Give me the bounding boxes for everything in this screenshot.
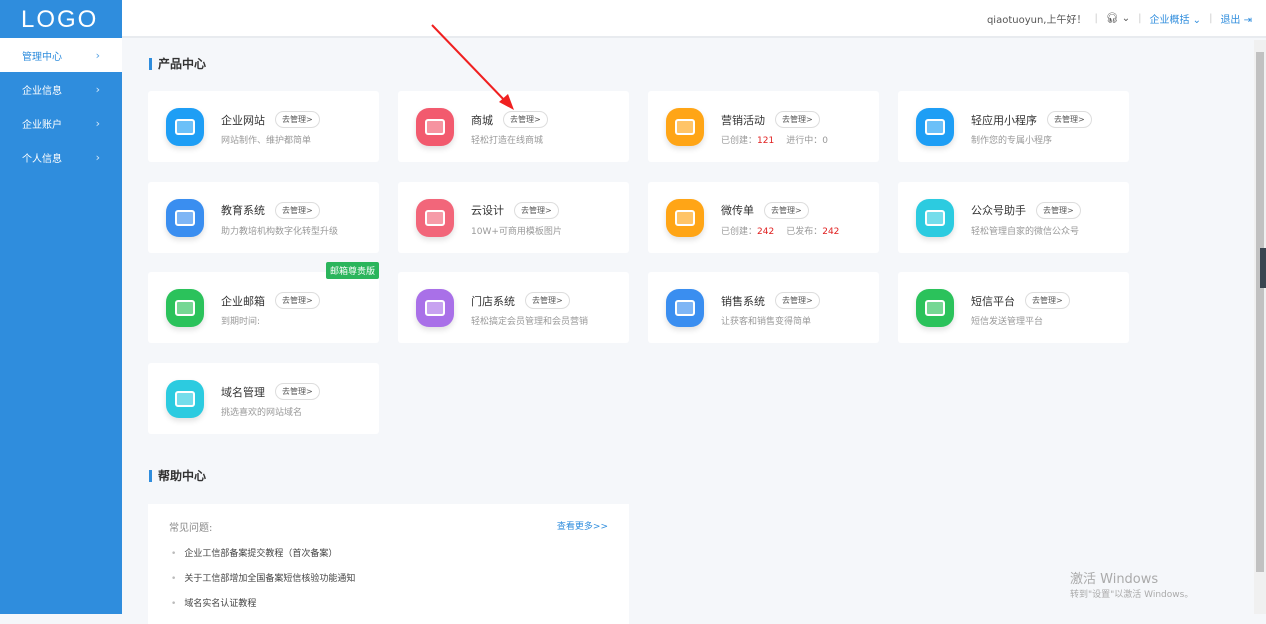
scrollbar[interactable] [1254, 40, 1266, 614]
side-tab[interactable] [1260, 248, 1266, 288]
windows-watermark: 激活 Windows 转到"设置"以激活 Windows。 [1070, 572, 1194, 600]
red-arrow-annotation [431, 24, 514, 110]
